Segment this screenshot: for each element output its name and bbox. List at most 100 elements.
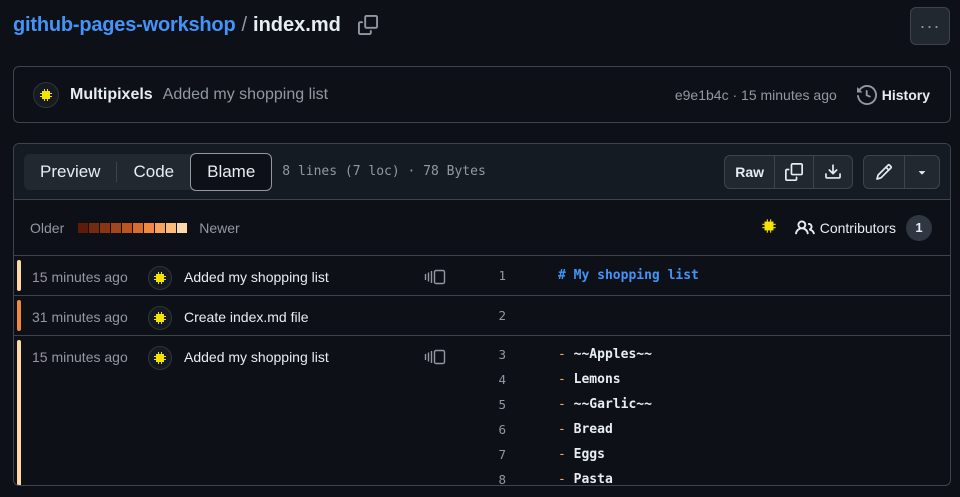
code-line: 1 # My shopping list	[454, 263, 950, 288]
tab-code[interactable]: Code	[117, 154, 190, 190]
age-indicator	[17, 340, 21, 485]
blame-time: 31 minutes ago	[32, 309, 128, 325]
reblame-icon[interactable]	[424, 266, 446, 289]
more-options-button[interactable]: ···	[910, 7, 950, 45]
history-label: History	[881, 86, 930, 103]
file-actions: Raw	[724, 154, 853, 189]
blame-commit-info: 15 minutes ago Added my shopping list	[14, 336, 454, 485]
people-icon	[794, 219, 815, 234]
blame-hunk: 15 minutes ago Added my shopping list 3 …	[14, 336, 950, 486]
age-color-swatch	[100, 222, 111, 233]
line-content: ~~Garlic~~	[573, 397, 652, 412]
file-size-info: 8 lines (7 loc) · 78 Bytes	[282, 164, 486, 179]
commit-author-link[interactable]: Multipixels	[70, 86, 153, 104]
breadcrumb-repo-link[interactable]: github-pages-workshop	[13, 14, 236, 37]
code-line: 5 - ~~Garlic~~	[454, 392, 950, 417]
blame-age-legend: Older Newer Contributors 1	[14, 200, 950, 256]
blame-lines: 1 # My shopping list	[454, 256, 950, 295]
age-color-swatch	[166, 222, 177, 233]
edit-file-button[interactable]	[864, 156, 904, 188]
line-content: Eggs	[573, 447, 605, 462]
reblame-icon[interactable]	[424, 346, 446, 369]
commit-meta: e9e1b4c · 15 minutes ago History	[675, 84, 930, 105]
list-marker: -	[558, 447, 566, 462]
breadcrumb-separator: /	[241, 13, 248, 36]
age-color-swatch	[177, 222, 188, 233]
age-color-swatch	[78, 222, 89, 233]
line-number[interactable]: 4	[454, 372, 520, 387]
copy-raw-button[interactable]	[774, 155, 813, 188]
tab-preview[interactable]: Preview	[24, 154, 116, 190]
legend-older-label: Older	[30, 219, 65, 236]
blame-author-avatar[interactable]	[148, 266, 172, 290]
line-number[interactable]: 2	[454, 308, 520, 323]
line-content: ~~Apples~~	[573, 347, 652, 362]
view-mode-tabs: Preview Code Blame	[24, 152, 273, 191]
code-text: - Lemons	[520, 372, 621, 387]
breadcrumb: github-pages-workshop / index.md	[13, 10, 379, 40]
raw-button[interactable]: Raw	[725, 156, 774, 188]
age-indicator	[17, 260, 21, 291]
blame-commit-message-link[interactable]: Added my shopping list	[184, 346, 414, 365]
code-line: 2	[454, 303, 950, 328]
line-number[interactable]: 5	[454, 397, 520, 412]
history-button[interactable]: History	[856, 84, 930, 105]
blame-author-avatar[interactable]	[148, 306, 172, 330]
contributors-label: Contributors	[819, 219, 896, 236]
line-number[interactable]: 8	[454, 472, 520, 485]
code-line: 3 - ~~Apples~~	[454, 342, 950, 367]
triangle-down-icon	[918, 170, 926, 175]
code-line: 8 - Pasta	[454, 467, 950, 486]
age-color-swatch	[89, 222, 100, 233]
line-content: Pasta	[573, 472, 613, 486]
pencil-icon	[876, 163, 892, 180]
contributor-avatar[interactable]	[759, 216, 779, 239]
line-content: # My shopping list	[558, 268, 699, 283]
code-text: - Eggs	[520, 447, 605, 462]
blame-lines: 2	[454, 296, 950, 335]
line-content: Lemons	[573, 372, 621, 387]
code-line: 4 - Lemons	[454, 367, 950, 392]
author-avatar[interactable]	[33, 81, 59, 108]
copy-icon	[785, 162, 803, 181]
blame-author-avatar[interactable]	[148, 346, 172, 370]
tab-blame[interactable]: Blame	[190, 152, 273, 191]
line-number[interactable]: 7	[454, 447, 520, 462]
commit-sha-link[interactable]: e9e1b4c	[675, 87, 729, 103]
code-text: - Bread	[520, 422, 613, 437]
age-color-swatch	[144, 222, 155, 233]
blame-time: 15 minutes ago	[32, 349, 128, 365]
contributors: Contributors 1	[759, 214, 932, 241]
latest-commit-bar: Multipixels Added my shopping list e9e1b…	[13, 66, 951, 123]
line-number[interactable]: 1	[454, 268, 520, 283]
copy-path-icon[interactable]	[357, 14, 379, 36]
blame-body: 15 minutes ago Added my shopping list 1 …	[14, 256, 950, 486]
file-header: Preview Code Blame 8 lines (7 loc) · 78 …	[14, 144, 950, 200]
list-marker: -	[558, 472, 566, 486]
download-icon	[825, 163, 841, 179]
age-color-swatch	[111, 222, 122, 233]
blame-commit-info: 31 minutes ago Create index.md file	[14, 296, 454, 335]
age-color-swatch	[133, 222, 144, 233]
blame-commit-info: 15 minutes ago Added my shopping list	[14, 256, 454, 295]
download-button[interactable]	[813, 155, 852, 188]
edit-dropdown-button[interactable]	[904, 155, 939, 188]
list-marker: -	[558, 397, 566, 412]
code-text: - ~~Garlic~~	[520, 397, 652, 412]
contributors-button[interactable]: Contributors	[794, 218, 896, 238]
list-marker: -	[558, 422, 566, 437]
code-text: - ~~Apples~~	[520, 347, 652, 362]
blame-commit-message-link[interactable]: Added my shopping list	[184, 266, 414, 285]
commit-message-link[interactable]: Added my shopping list	[163, 86, 328, 104]
blame-hunk: 31 minutes ago Create index.md file 2	[14, 296, 950, 336]
age-color-scale	[78, 222, 188, 233]
contributors-count-badge: 1	[906, 214, 932, 241]
code-text: - Pasta	[520, 472, 613, 486]
breadcrumb-file-name: index.md	[253, 13, 341, 36]
code-line: 7 - Eggs	[454, 442, 950, 467]
edit-actions	[863, 154, 940, 189]
line-number[interactable]: 3	[454, 347, 520, 362]
age-color-swatch	[155, 222, 166, 233]
line-number[interactable]: 6	[454, 422, 520, 437]
blame-commit-message-link[interactable]: Create index.md file	[184, 306, 414, 325]
